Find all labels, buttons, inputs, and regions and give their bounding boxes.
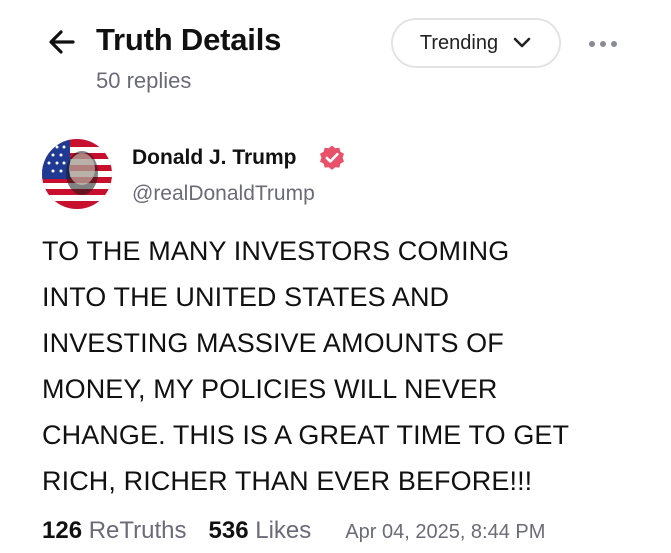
post-body: TO THE MANY INVESTORS COMING INTO THE UN… [42,236,570,496]
reply-count: 50 replies [96,68,192,93]
retruths-count: 126 [42,517,83,544]
more-horizontal-icon [589,41,595,47]
arrow-left-icon [49,30,75,54]
likes-stat[interactable]: 536 Likes [209,517,312,545]
post-stats: 126 ReTruths 536 Likes Apr 04, 2025, 8:4… [42,517,642,545]
more-horizontal-icon-dot [611,41,617,47]
likes-label: Likes [255,517,312,544]
sort-dropdown[interactable]: Trending [391,18,561,68]
post-timestamp: Apr 04, 2025, 8:44 PM [345,521,546,543]
avatar[interactable] [42,139,112,209]
verified-badge-icon [320,145,344,170]
more-options-button[interactable] [585,30,621,58]
likes-count: 536 [208,517,249,544]
more-horizontal-icon-dot [600,41,606,47]
page-title: Truth Details [96,22,282,57]
avatar-image [42,139,112,209]
retruths-stat[interactable]: 126 ReTruths [42,517,187,545]
retruths-label: ReTruths [88,517,187,544]
author-name[interactable]: Donald J. Trump [132,146,297,170]
author-handle[interactable]: @realDonaldTrump [132,182,315,206]
chevron-down-icon [513,37,531,48]
back-button[interactable] [44,24,80,60]
sort-label: Trending [419,31,499,54]
